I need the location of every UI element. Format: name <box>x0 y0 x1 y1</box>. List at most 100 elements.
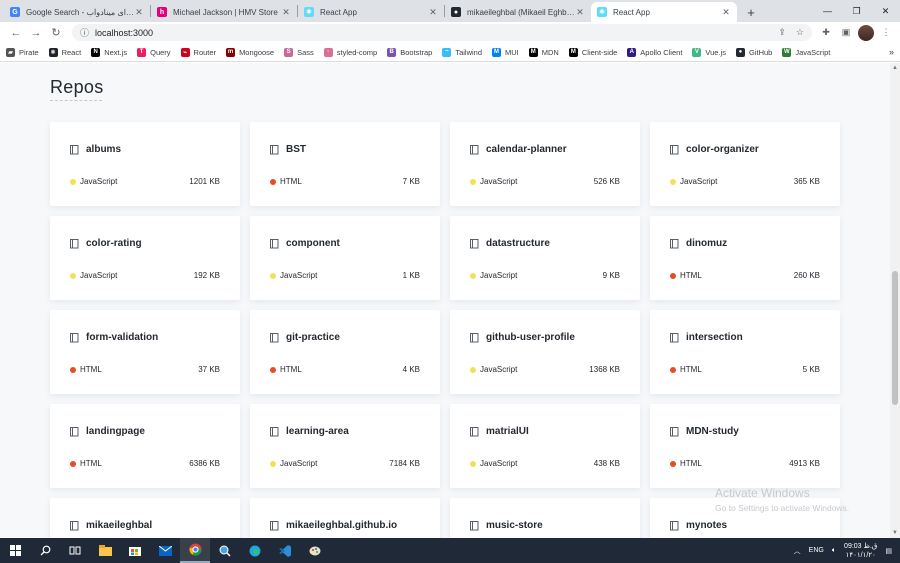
vscode-icon[interactable] <box>270 538 300 563</box>
bookmark-item[interactable]: m Mongoose <box>226 47 274 57</box>
bookmark-item[interactable]: B Bootstrap <box>387 47 432 57</box>
language-color-dot <box>470 460 476 467</box>
close-tab-icon[interactable]: ✕ <box>721 7 731 18</box>
bookmark-item[interactable]: W JavaScript <box>782 47 830 57</box>
repo-card[interactable]: color-organizer JavaScript 365 KB <box>650 122 840 206</box>
close-tab-icon[interactable]: ✕ <box>134 7 144 18</box>
forward-button[interactable]: → <box>26 23 46 43</box>
scroll-up-icon[interactable]: ▲ <box>890 63 900 73</box>
repo-card[interactable]: color-rating JavaScript 192 KB <box>50 216 240 300</box>
repo-size: 37 KB <box>198 365 220 374</box>
repo-card[interactable]: component JavaScript 1 KB <box>250 216 440 300</box>
store-icon[interactable] <box>120 538 150 563</box>
page-scrollbar[interactable]: ▲ ▼ <box>890 63 900 538</box>
bookmark-item[interactable]: ⌁ Router <box>180 47 216 57</box>
notification-icon[interactable]: ▤ <box>885 547 892 555</box>
browser-tab[interactable]: ⚛ React App ✕ <box>591 2 737 22</box>
activate-windows-watermark: Activate Windows Go to Settings to activ… <box>715 486 849 513</box>
browser-tab[interactable]: G Google Search - هوای مینادوآب ✕ <box>4 2 150 22</box>
bookmark-item[interactable]: ● GitHub <box>735 47 772 57</box>
repo-card[interactable]: mikaeileghbal.github.io <box>250 498 440 538</box>
repo-card[interactable]: BST HTML 7 KB <box>250 122 440 206</box>
bookmark-item[interactable]: ▰ Pirate <box>6 47 39 57</box>
repo-size: 192 KB <box>193 271 220 280</box>
minimize-button[interactable]: — <box>813 0 842 22</box>
repo-name-text: form-validation <box>86 332 159 343</box>
task-view-icon[interactable] <box>60 538 90 563</box>
bookmark-item[interactable]: V Vue.js <box>692 47 726 57</box>
bookmark-item[interactable]: M MDN <box>528 47 559 57</box>
language-indicator[interactable]: ENG <box>809 547 824 554</box>
bookmark-label: Query <box>150 47 171 57</box>
magnifier-app-icon[interactable] <box>210 538 240 563</box>
repo-card[interactable]: intersection HTML 5 KB <box>650 310 840 394</box>
bookmark-item[interactable]: M Client-side <box>568 47 617 57</box>
back-button[interactable]: ← <box>6 23 26 43</box>
repo-card[interactable]: dinomuz HTML 260 KB <box>650 216 840 300</box>
repo-book-icon <box>70 426 79 436</box>
reload-button[interactable]: ↻ <box>46 23 66 43</box>
close-tab-icon[interactable]: ✕ <box>428 7 438 18</box>
repo-card[interactable]: git-practice HTML 4 KB <box>250 310 440 394</box>
scrollbar-thumb[interactable] <box>892 271 898 405</box>
browser-tab[interactable]: h Michael Jackson | HMV Store ✕ <box>151 2 297 22</box>
repo-name-text: albums <box>86 144 122 155</box>
bookmark-favicon-icon: V <box>692 47 702 57</box>
browser-tab[interactable]: ⚛ React App ✕ <box>298 2 444 22</box>
more-bookmarks-button[interactable]: » <box>889 47 894 57</box>
scroll-down-icon[interactable]: ▼ <box>890 528 900 538</box>
close-tab-icon[interactable]: ✕ <box>575 7 585 18</box>
share-icon[interactable]: ⇪ <box>778 27 786 38</box>
menu-icon[interactable]: ⋮ <box>878 25 894 41</box>
repo-name: component <box>270 238 340 249</box>
search-icon[interactable] <box>30 538 60 563</box>
paint-app-icon[interactable] <box>300 538 330 563</box>
repo-name-text: mikaeileghbal <box>86 520 153 531</box>
site-info-icon[interactable]: ⓘ <box>80 26 89 39</box>
tab-title: React App <box>613 7 650 17</box>
repo-card[interactable]: form-validation HTML 37 KB <box>50 310 240 394</box>
file-explorer-icon[interactable] <box>90 538 120 563</box>
new-tab-button[interactable]: + <box>741 2 761 22</box>
repo-card[interactable]: matrialUI JavaScript 438 KB <box>450 404 640 488</box>
language-color-dot <box>470 366 476 373</box>
bookmark-item[interactable]: S Sass <box>284 47 314 57</box>
extensions-icon[interactable]: ✚ <box>818 25 834 41</box>
edge-icon[interactable] <box>240 538 270 563</box>
volume-icon[interactable]: 🔈︎ <box>832 547 836 555</box>
bookmarks-bar: ▰ Pirate ⚛ React N Next.js T Query ⌁ Router m Mongo… <box>0 43 900 62</box>
clock-time: 09:03 ق.ظ <box>844 542 878 550</box>
repo-size: 4913 KB <box>789 459 820 468</box>
address-bar[interactable]: ⓘ localhost:3000 ⇪ ☆ <box>72 24 812 41</box>
clock[interactable]: 09:03 ق.ظ ۱۴۰۱/۱/۲۰ <box>844 542 877 560</box>
bookmark-star-icon[interactable]: ☆ <box>796 27 804 38</box>
bookmark-item[interactable]: · styled-comp <box>323 47 377 57</box>
bookmark-item[interactable]: ⚛ React <box>48 47 81 57</box>
repo-card[interactable]: learning-area JavaScript 7184 KB <box>250 404 440 488</box>
repo-card[interactable]: albums JavaScript 1201 KB <box>50 122 240 206</box>
repo-card[interactable]: datastructure JavaScript 9 KB <box>450 216 640 300</box>
repo-meta: JavaScript 192 KB <box>70 271 220 280</box>
profile-avatar[interactable] <box>858 24 874 41</box>
close-tab-icon[interactable]: ✕ <box>281 7 291 18</box>
bookmark-item[interactable]: T Query <box>137 47 171 57</box>
repo-card[interactable]: music-store <box>450 498 640 538</box>
start-icon[interactable] <box>0 538 30 563</box>
maximize-button[interactable]: ❐ <box>842 0 871 22</box>
chevron-up-icon[interactable]: ︿ <box>794 546 801 556</box>
mail-icon[interactable] <box>150 538 180 563</box>
repo-card[interactable]: github-user-profile JavaScript 1368 KB <box>450 310 640 394</box>
bookmark-item[interactable]: ~ Tailwind <box>442 47 482 57</box>
repo-card[interactable]: MDN-study HTML 4913 KB <box>650 404 840 488</box>
browser-tab[interactable]: ● mikaeileghbal (Mikaeil Eghbal) ✕ <box>445 2 591 22</box>
repo-size: 9 KB <box>602 271 620 280</box>
bookmark-item[interactable]: N Next.js <box>91 47 127 57</box>
bookmark-item[interactable]: A Apollo Client <box>627 47 682 57</box>
repo-card[interactable]: calendar-planner JavaScript 526 KB <box>450 122 640 206</box>
side-panel-icon[interactable]: ▣ <box>838 25 854 41</box>
chrome-icon[interactable] <box>180 538 210 563</box>
repo-card[interactable]: landingpage HTML 6386 KB <box>50 404 240 488</box>
repo-card[interactable]: mikaeileghbal <box>50 498 240 538</box>
close-window-button[interactable]: ✕ <box>871 0 900 22</box>
bookmark-item[interactable]: M MUI <box>492 47 519 57</box>
